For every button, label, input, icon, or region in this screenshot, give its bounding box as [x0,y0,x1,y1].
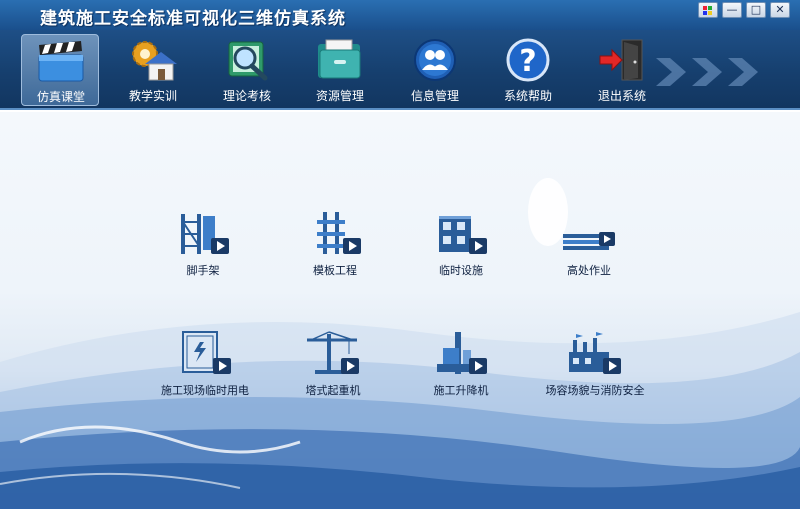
main-toolbar: 仿真课堂 教学实训 理论考核 资源管理 信息管理 ? 系统帮助 退出系统 [0,30,800,110]
toolbar-item-theory-exam[interactable]: 理论考核 [208,34,286,106]
toolbar-item-label: 退出系统 [597,89,646,103]
module-label: 施工升降机 [433,384,489,397]
help-icon: ? [506,38,550,82]
module-label: 施工现场临时用电 [161,384,249,397]
module-high-work[interactable]: 高处作业 [524,210,654,290]
module-label: 场容场貌与消防安全 [545,384,645,397]
module-formwork[interactable]: 模板工程 [270,210,400,290]
module-label: 高处作业 [567,264,611,277]
close-button[interactable]: ✕ [770,2,790,18]
module-temporary-electricity[interactable]: 施工现场临时用电 [140,330,270,410]
toolbar-item-teaching-practice[interactable]: 教学实训 [114,34,192,106]
high-work-icon [563,232,615,250]
toolbar-item-label: 理论考核 [222,89,271,103]
background-waves [0,178,800,509]
clapperboard-icon [38,41,84,82]
module-site-fire-safety[interactable]: 场容场貌与消防安全 [530,330,660,410]
formwork-icon [317,212,361,254]
module-label: 脚手架 [186,264,220,277]
module-scaffold[interactable]: 脚手架 [138,210,268,290]
theme-button[interactable] [698,2,718,18]
construction-hoist-icon [437,332,487,374]
title-bar: 建筑施工安全标准可视化三维仿真系统 — □ ✕ [0,0,800,30]
toolbar-item-resource-management[interactable]: 资源管理 [301,34,379,106]
palette-icon [703,6,712,15]
folder-icon [318,39,361,79]
module-construction-hoist[interactable]: 施工升降机 [396,330,526,410]
house-gear-icon [132,41,177,81]
toolbar-item-exit-system[interactable]: 退出系统 [583,34,661,106]
toolbar-item-label: 仿真课堂 [36,90,85,104]
module-label: 临时设施 [439,264,483,277]
maximize-button[interactable]: □ [746,2,766,18]
module-label: 模板工程 [313,264,357,277]
toolbar-item-label: 信息管理 [410,89,459,103]
module-panel: 脚手架 模板工程 临时设施 高处作业 施工现场临时用电 塔式起重机 施工升降机 … [0,112,800,509]
toolbar-item-system-help[interactable]: ? 系统帮助 [489,34,567,106]
factory-fire-icon [569,332,621,374]
toolbar-item-label: 系统帮助 [503,89,552,103]
toolbar-item-label: 教学实训 [128,89,177,103]
exit-door-icon [599,39,643,81]
svg-text:?: ? [519,44,536,79]
chevron-arrows-icon [656,58,758,86]
tower-crane-icon [307,331,359,374]
toolbar-item-label: 资源管理 [315,89,364,103]
module-tower-crane[interactable]: 塔式起重机 [268,330,398,410]
toolbar-item-simulation-class[interactable]: 仿真课堂 [21,34,99,106]
scaffold-icon [181,214,229,254]
toolbar-item-info-management[interactable]: 信息管理 [396,34,474,106]
module-label: 塔式起重机 [305,384,361,397]
minimize-button[interactable]: — [722,2,742,18]
electric-box-icon [182,331,231,374]
module-temporary-facilities[interactable]: 临时设施 [396,210,526,290]
app-title: 建筑施工安全标准可视化三维仿真系统 [40,9,346,29]
magnifier-book-icon [228,41,268,81]
users-icon [414,39,456,81]
temporary-building-icon [439,216,487,254]
